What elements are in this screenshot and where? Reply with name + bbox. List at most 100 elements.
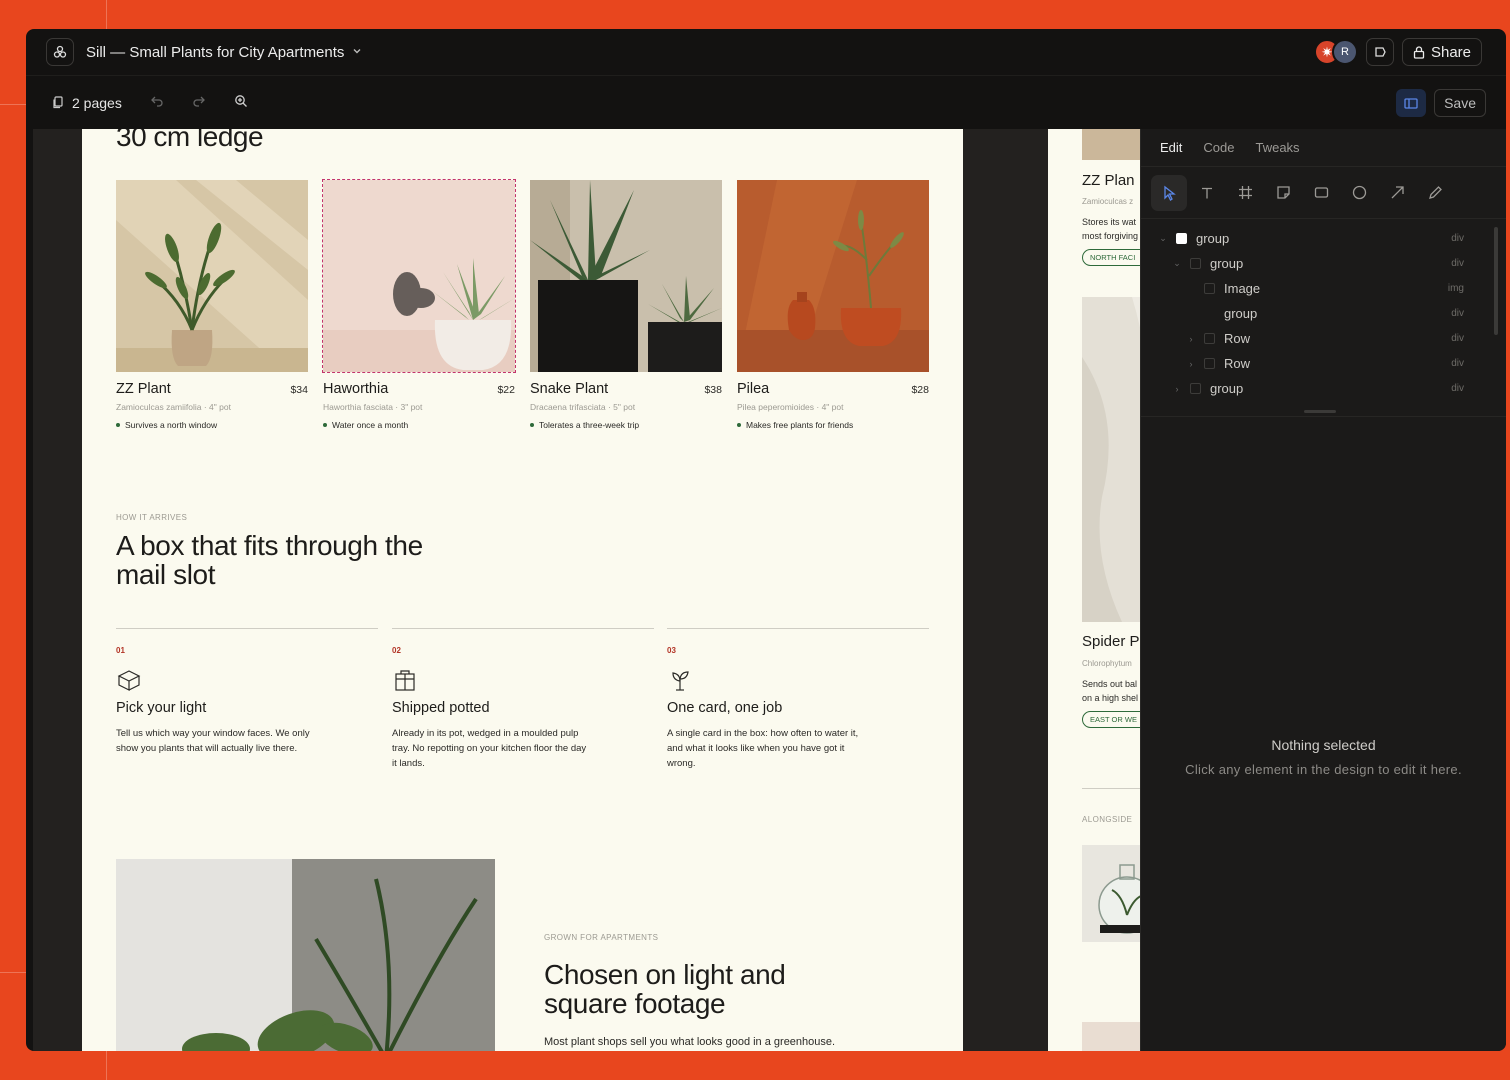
product-feature-text: Water once a month — [332, 420, 409, 430]
product-image[interactable] — [1082, 845, 1140, 942]
product-name[interactable]: ZZ Plant — [116, 381, 171, 397]
product-feature-text: Makes free plants for friends — [746, 420, 854, 430]
rectangle-tool-icon[interactable] — [1303, 175, 1339, 211]
avatar[interactable]: R — [1331, 39, 1358, 65]
product-subtitle[interactable]: Zamioculcas zamiifolia · 4" pot — [116, 402, 308, 412]
product-price[interactable]: $28 — [911, 384, 929, 396]
product-subtitle[interactable]: Chlorophytum — [1082, 659, 1132, 668]
section-eyebrow[interactable]: GROWN FOR APARTMENTS — [544, 933, 658, 942]
tab-code[interactable]: Code — [1203, 140, 1234, 155]
layer-item[interactable]: group div — [1141, 301, 1506, 326]
layer-item[interactable]: ⌄ group div — [1141, 226, 1506, 251]
chevron-down-icon[interactable] — [352, 46, 362, 59]
product-image[interactable] — [116, 180, 308, 372]
product-feature[interactable]: Water once a month — [323, 420, 515, 430]
layer-item[interactable]: › group div — [1141, 376, 1506, 401]
page-2[interactable]: ZZ Plan Zamioculcas z Stores its wat mos… — [1048, 129, 1140, 1051]
product-card[interactable]: Haworthia $22 Haworthia fasciata · 3" pot… — [322, 179, 516, 430]
chevron-down-icon[interactable]: ⌄ — [1158, 233, 1168, 244]
step-title: Pick your light — [116, 700, 207, 716]
pencil-tool-icon[interactable] — [1417, 175, 1453, 211]
history-icon[interactable] — [1365, 38, 1394, 66]
heading-line: Chosen on light and — [544, 959, 786, 990]
gift-box-icon — [392, 668, 654, 694]
product-name[interactable]: Haworthia — [323, 381, 388, 397]
product-image[interactable] — [1082, 297, 1140, 622]
product-card[interactable]: ZZ Plant $34 Zamioculcas zamiifolia · 4" … — [116, 180, 308, 430]
chevron-right-icon[interactable]: › — [1172, 384, 1182, 394]
product-card[interactable]: Snake Plant $38 Dracaena trifasciata · 5"… — [530, 180, 722, 430]
layer-item[interactable]: ⌄ group div — [1141, 251, 1506, 276]
select-tool-icon[interactable] — [1151, 174, 1187, 211]
section-eyebrow[interactable]: ALONGSIDE — [1082, 815, 1132, 824]
titlebar-right: ✷ R Share — [1313, 38, 1482, 66]
bullet-dot — [737, 423, 741, 427]
product-subtitle[interactable]: Dracaena trifasciata · 5" pot — [530, 402, 722, 412]
product-name[interactable]: ZZ Plan — [1082, 172, 1135, 189]
light-tag[interactable]: NORTH FACI — [1082, 249, 1140, 266]
arrow-tool-icon[interactable] — [1379, 175, 1415, 211]
product-name[interactable]: Pilea — [737, 381, 769, 397]
product-body[interactable]: Stores its wat most forgiving — [1082, 215, 1138, 243]
panel-toggle-icon[interactable] — [1396, 89, 1427, 117]
ellipse-tool-icon[interactable] — [1341, 175, 1377, 211]
product-image[interactable] — [737, 180, 929, 372]
tab-edit[interactable]: Edit — [1160, 140, 1182, 155]
product-name[interactable]: Spider P — [1082, 633, 1140, 650]
guide-line — [106, 1051, 107, 1080]
layer-item[interactable]: › Row div — [1141, 351, 1506, 376]
design-canvas[interactable]: 30 cm ledge ZZ Plant $34 Zamioculcas zam… — [33, 129, 1140, 1051]
product-name[interactable]: Snake Plant — [530, 381, 608, 397]
layers-scrollbar[interactable] — [1494, 227, 1498, 335]
document-title[interactable]: Sill — Small Plants for City Apartments — [86, 44, 344, 61]
section-eyebrow[interactable]: HOW IT ARRIVES — [116, 513, 187, 522]
section-heading[interactable]: A box that fits through the mail slot — [116, 531, 423, 589]
product-image[interactable] — [1082, 129, 1140, 160]
product-price[interactable]: $34 — [290, 384, 308, 396]
step-card[interactable]: 01 Pick your light Tell us which way you… — [116, 628, 378, 756]
chevron-right-icon[interactable]: › — [1186, 334, 1196, 344]
collaborator-avatars[interactable]: ✷ R — [1313, 39, 1358, 65]
lock-icon — [1413, 45, 1425, 59]
product-feature[interactable]: Tolerates a three-week trip — [530, 420, 722, 430]
frame-tool-icon[interactable] — [1227, 175, 1263, 211]
save-button[interactable]: Save — [1434, 89, 1486, 117]
share-button[interactable]: Share — [1401, 38, 1482, 66]
product-price[interactable]: $22 — [497, 384, 515, 396]
product-price[interactable]: $38 — [704, 384, 722, 396]
redo-icon[interactable] — [192, 95, 206, 110]
step-body: A single card in the box: how often to w… — [667, 728, 859, 769]
app-logo-icon[interactable] — [46, 38, 74, 66]
zoom-icon[interactable] — [234, 94, 248, 111]
text-tool-icon[interactable] — [1189, 175, 1225, 211]
tab-tweaks[interactable]: Tweaks — [1255, 140, 1299, 155]
section-body[interactable]: Most plant shops sell you what looks goo… — [544, 1036, 835, 1048]
layer-swatch — [1190, 258, 1201, 269]
undo-icon[interactable] — [150, 95, 164, 110]
product-image-selected[interactable] — [322, 179, 516, 373]
light-tag[interactable]: EAST OR WE — [1082, 711, 1140, 728]
sticky-note-tool-icon[interactable] — [1265, 175, 1301, 211]
section-heading[interactable]: 30 cm ledge — [116, 129, 264, 153]
product-body[interactable]: Sends out bal on a high shel — [1082, 677, 1138, 705]
resize-handle[interactable] — [1304, 410, 1336, 413]
step-card[interactable]: 02 Shipped potted Already in its pot, we… — [392, 628, 654, 771]
product-image[interactable] — [1082, 1022, 1140, 1051]
step-card[interactable]: 03 One card, one job A single card in th… — [667, 628, 929, 771]
pages-button[interactable]: 2 pages — [52, 95, 122, 111]
layer-item[interactable]: › Row div — [1141, 326, 1506, 351]
section-heading[interactable]: Chosen on light and square footage — [544, 959, 786, 1018]
product-subtitle[interactable]: Pilea peperomioides · 4" pot — [737, 402, 929, 412]
chevron-down-icon[interactable]: ⌄ — [1172, 258, 1182, 269]
layer-item[interactable]: Image img — [1141, 276, 1506, 301]
product-feature[interactable]: Makes free plants for friends — [737, 420, 929, 430]
product-card[interactable]: Pilea $28 Pilea peperomioides · 4" pot Ma… — [737, 180, 929, 430]
product-subtitle[interactable]: Haworthia fasciata · 3" pot — [323, 402, 515, 412]
page-1[interactable]: 30 cm ledge ZZ Plant $34 Zamioculcas zam… — [82, 129, 963, 1051]
chevron-right-icon[interactable]: › — [1186, 359, 1196, 369]
body-line: most forgiving — [1082, 231, 1139, 241]
feature-photo[interactable] — [116, 859, 495, 1051]
product-image[interactable] — [530, 180, 722, 372]
product-subtitle[interactable]: Zamioculcas z — [1082, 197, 1133, 206]
product-feature[interactable]: Survives a north window — [116, 420, 308, 430]
